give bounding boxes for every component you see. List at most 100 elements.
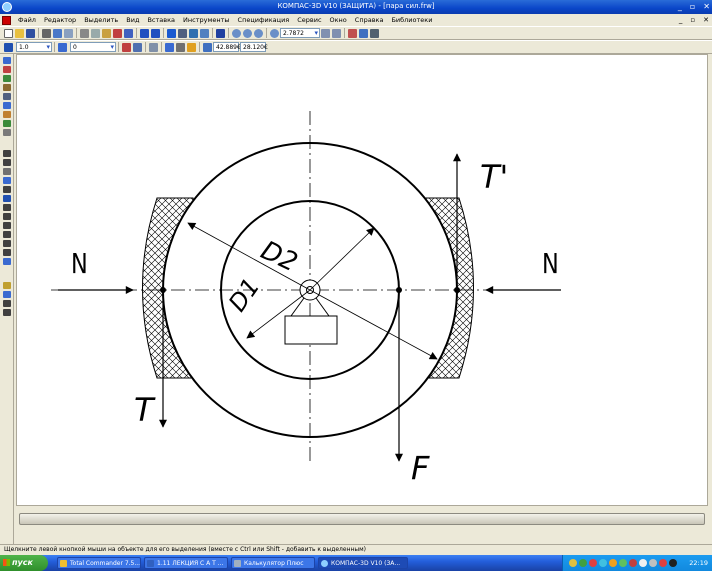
tray-icon[interactable] [569, 559, 577, 567]
zoom-window-icon[interactable] [232, 28, 241, 38]
roughness-icon[interactable] [3, 195, 11, 202]
display-mode-icon[interactable] [370, 28, 379, 38]
open-folder-icon[interactable] [15, 28, 24, 38]
center-mark-icon[interactable] [3, 249, 11, 256]
taskbar-item-lecture[interactable]: 1.11 ЛЕКЦИЯ С А Т ... [144, 557, 228, 569]
snap-panel-icon[interactable] [3, 282, 11, 289]
layer-icon[interactable] [58, 42, 67, 52]
leader-icon[interactable] [3, 177, 11, 184]
menu-edit[interactable]: Редактор [40, 16, 80, 24]
doc-close-icon[interactable]: ✕ [703, 16, 709, 24]
fx-icon[interactable] [189, 28, 198, 38]
tray-icon[interactable] [659, 559, 667, 567]
taskbar-item-total-commander[interactable]: Total Commander 7.5... [57, 557, 141, 569]
horizontal-scrollbar[interactable] [16, 510, 708, 528]
scrollbar-thumb[interactable] [19, 513, 705, 525]
start-button[interactable]: пуск [0, 555, 48, 571]
tray-icon[interactable] [619, 559, 627, 567]
ortho-icon[interactable] [176, 42, 185, 52]
zoom-out-icon[interactable] [254, 28, 263, 38]
tray-icon[interactable] [609, 559, 617, 567]
clock[interactable]: 22:19 [689, 555, 708, 571]
designations-icon[interactable] [3, 75, 11, 82]
position-icon[interactable] [3, 204, 11, 211]
maximize-icon[interactable]: ▫ [690, 2, 695, 11]
menu-file[interactable]: Файл [14, 16, 40, 24]
wave-line-icon[interactable] [3, 258, 11, 265]
edit-icon[interactable] [3, 84, 11, 91]
parametrization-icon[interactable] [3, 93, 11, 100]
view-state-icon[interactable] [122, 42, 131, 52]
tray-icon[interactable] [579, 559, 587, 567]
datum-icon[interactable] [3, 186, 11, 193]
network-icon[interactable] [669, 559, 677, 567]
spec-icon[interactable] [3, 129, 11, 136]
cut-icon[interactable] [80, 28, 89, 38]
table-icon[interactable] [3, 159, 11, 166]
dimensions-icon[interactable] [3, 66, 11, 73]
show-all-icon[interactable] [332, 28, 341, 38]
arc-icon[interactable] [3, 300, 11, 307]
grid-icon[interactable] [149, 42, 158, 52]
new-document-icon[interactable] [4, 28, 13, 38]
menu-view[interactable]: Вид [122, 16, 143, 24]
menu-libraries[interactable]: Библиотеки [387, 16, 436, 24]
paste-icon[interactable] [102, 28, 111, 38]
properties-icon[interactable] [113, 28, 122, 38]
zoom-scale-select[interactable]: 2.7872 [280, 28, 320, 38]
manager-panel-icon[interactable] [200, 28, 209, 38]
library-manager-icon[interactable] [124, 28, 133, 38]
geometry-icon[interactable] [3, 57, 11, 64]
zoom-in-icon[interactable] [243, 28, 252, 38]
spline-icon[interactable] [3, 309, 11, 316]
line-width-select[interactable]: 1.0 [16, 42, 52, 52]
tray-icon[interactable] [599, 559, 607, 567]
document-icon[interactable] [2, 15, 11, 25]
redo-icon[interactable] [151, 28, 160, 38]
menu-select[interactable]: Выделить [80, 16, 122, 24]
manager-icon[interactable] [167, 28, 176, 38]
close-icon[interactable]: ✕ [703, 2, 710, 11]
associative-views-icon[interactable] [3, 120, 11, 127]
doc-restore-icon[interactable]: ▫ [690, 16, 695, 24]
taskbar-item-kompas[interactable]: КОМПАС-3D V10 (ЗА... [318, 557, 408, 569]
view-arrow-icon[interactable] [3, 240, 11, 247]
minimize-icon[interactable]: _ [678, 2, 682, 11]
select-icon[interactable] [3, 111, 11, 118]
tray-icon[interactable] [589, 559, 597, 567]
doc-minimize-icon[interactable]: _ [679, 16, 683, 24]
help-pointer-icon[interactable] [216, 28, 225, 38]
taskbar-item-calculator[interactable]: Калькулятор Плюс [231, 557, 315, 569]
text-icon[interactable] [3, 150, 11, 157]
preview-icon[interactable] [64, 28, 73, 38]
menu-insert[interactable]: Вставка [143, 16, 179, 24]
measure-icon[interactable] [3, 102, 11, 109]
print-preview-icon[interactable] [53, 28, 62, 38]
view-select-icon[interactable] [133, 42, 142, 52]
cursor-x-field[interactable]: 42.889€ [213, 42, 241, 52]
cursor-y-field[interactable]: 28.120€ [240, 42, 268, 52]
volume-icon[interactable] [649, 559, 657, 567]
print-icon[interactable] [42, 28, 51, 38]
layer-select[interactable]: 0 [70, 42, 116, 52]
save-icon[interactable] [26, 28, 35, 38]
tray-icon[interactable] [639, 559, 647, 567]
variables-icon[interactable] [178, 28, 187, 38]
copy-icon[interactable] [91, 28, 100, 38]
menu-help[interactable]: Справка [351, 16, 388, 24]
local-cs-icon[interactable] [165, 42, 174, 52]
menu-specification[interactable]: Спецификация [234, 16, 294, 24]
menu-service[interactable]: Сервис [293, 16, 325, 24]
rebuild-icon[interactable] [348, 28, 357, 38]
undo-icon[interactable] [140, 28, 149, 38]
axis-icon[interactable] [3, 222, 11, 229]
snap-icon[interactable] [187, 42, 196, 52]
zoom-scale-icon[interactable] [270, 28, 279, 38]
tolerance-icon[interactable] [3, 213, 11, 220]
point-icon[interactable] [3, 291, 11, 298]
drawing-canvas[interactable]: N N D2 D1 T T' F [16, 54, 708, 506]
refresh-icon[interactable] [359, 28, 368, 38]
menu-window[interactable]: Окно [326, 16, 351, 24]
step-icon[interactable] [4, 42, 13, 52]
hatch-icon[interactable] [3, 168, 11, 175]
